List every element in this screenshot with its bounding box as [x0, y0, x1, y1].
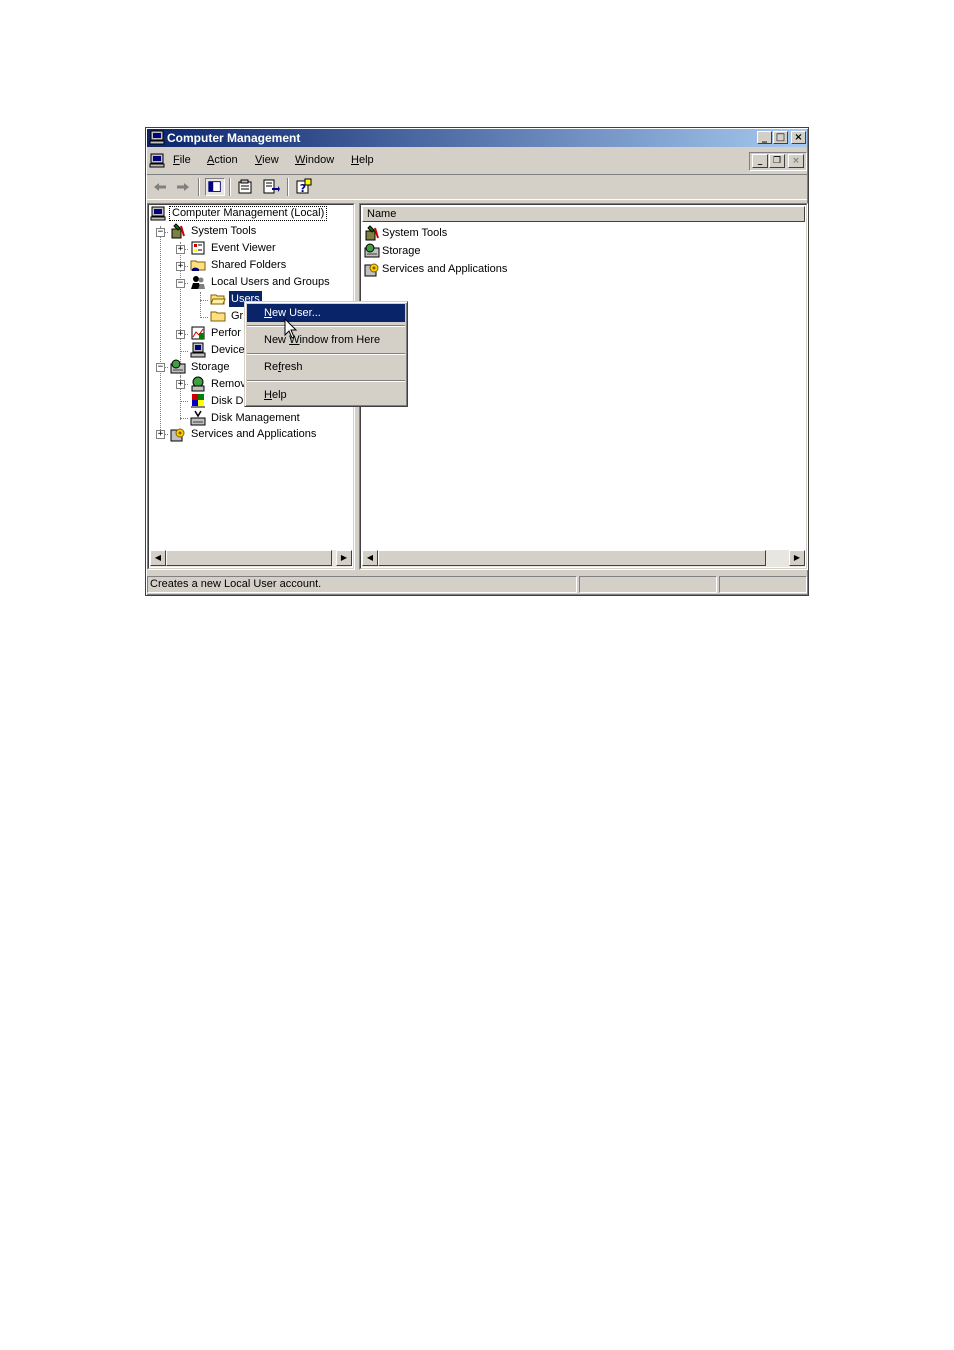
console-icon [149, 153, 165, 168]
services-icon [170, 428, 185, 442]
minimize-button[interactable]: _ [757, 131, 772, 144]
mouse-pointer-icon [284, 318, 298, 339]
disk-management-icon [190, 410, 206, 426]
mdi-controls: _ ❐ × [749, 152, 807, 171]
shared-folder-icon [190, 260, 206, 271]
toolbar: ? [147, 174, 807, 200]
status-text: Creates a new Local User account. [147, 576, 577, 593]
computer-icon [150, 206, 166, 221]
menu-window[interactable]: Window [295, 154, 334, 166]
maximize-icon: □ [775, 132, 786, 143]
scroll-left-button[interactable]: ◀ [362, 550, 378, 566]
expand-icon[interactable]: + [156, 430, 165, 439]
close-icon: × [794, 132, 803, 143]
menu-separator [247, 380, 405, 382]
properties-icon[interactable] [236, 178, 256, 196]
expand-icon[interactable]: + [176, 380, 185, 389]
tree-horizontal-scrollbar[interactable]: ◀ ▶ [150, 550, 352, 567]
menu-item-new-user[interactable]: New User... [247, 304, 405, 322]
toolbar-separator [229, 178, 231, 196]
arrow-right-icon: ▶ [793, 553, 801, 562]
close-button[interactable]: × [791, 131, 806, 144]
minimize-icon: _ [762, 132, 767, 143]
title-bar[interactable]: Computer Management _ □ × [147, 129, 807, 147]
storage-icon [364, 243, 380, 258]
context-menu: New User... New Window from Here Refresh… [244, 301, 408, 407]
back-arrow-icon[interactable] [150, 178, 170, 196]
status-panel [719, 576, 807, 593]
expand-icon[interactable]: + [176, 245, 185, 254]
menu-file[interactable]: File [173, 154, 191, 166]
collapse-icon[interactable]: − [156, 363, 165, 372]
forward-arrow-icon[interactable] [173, 178, 193, 196]
help-icon[interactable]: ? [294, 178, 314, 196]
collapse-icon[interactable]: − [156, 228, 165, 237]
toolbar-separator [198, 178, 200, 196]
status-bar: Creates a new Local User account. [147, 575, 807, 594]
arrow-left-icon: ◀ [154, 553, 162, 562]
menu-item-new-window-from-here[interactable]: New Window from Here [247, 331, 405, 349]
scroll-right-button[interactable]: ▶ [336, 550, 352, 566]
show-hide-tree-icon[interactable] [205, 178, 225, 196]
event-viewer-icon [191, 241, 205, 255]
system-tools-icon [171, 223, 185, 239]
status-panel [579, 576, 717, 593]
menu-view[interactable]: View [255, 154, 279, 166]
menu-separator [247, 353, 405, 355]
menu-help[interactable]: Help [351, 154, 374, 166]
services-icon [364, 263, 379, 277]
open-folder-icon [210, 294, 226, 305]
menu-item-refresh[interactable]: Refresh [247, 358, 405, 376]
scroll-left-button[interactable]: ◀ [150, 550, 166, 566]
performance-icon [191, 326, 205, 340]
toolbar-separator [287, 178, 289, 196]
device-manager-icon [190, 342, 206, 358]
expand-icon[interactable]: + [176, 330, 185, 339]
minimize-icon: _ [757, 156, 763, 166]
list-pane[interactable]: Name System Tools Storage Services and A… [359, 203, 808, 570]
menu-bar: File Action View Window Help _ ❐ × [147, 150, 807, 172]
child-minimize-button[interactable]: _ [752, 154, 768, 168]
scroll-thumb[interactable] [378, 550, 766, 566]
system-tools-icon [365, 225, 379, 241]
folder-icon [210, 311, 226, 322]
list-horizontal-scrollbar[interactable]: ◀ ▶ [362, 550, 805, 567]
export-list-icon[interactable] [261, 178, 281, 196]
collapse-icon[interactable]: − [176, 279, 185, 288]
scroll-right-button[interactable]: ▶ [789, 550, 805, 566]
column-header-name[interactable]: Name [362, 206, 805, 222]
users-group-icon [191, 276, 205, 289]
menu-separator [247, 325, 405, 327]
restore-icon: ❐ [772, 156, 782, 166]
storage-icon [170, 359, 186, 374]
child-restore-button[interactable]: ❐ [769, 154, 785, 168]
child-close-button[interactable]: × [788, 154, 804, 168]
computer-icon [149, 130, 165, 145]
arrow-right-icon: ▶ [340, 553, 348, 562]
arrow-left-icon: ◀ [366, 553, 374, 562]
close-icon: × [792, 156, 800, 166]
scroll-thumb[interactable] [166, 550, 332, 566]
window-title: Computer Management [167, 131, 301, 145]
expand-icon[interactable]: + [176, 262, 185, 271]
maximize-button[interactable]: □ [773, 131, 788, 144]
removable-storage-icon [191, 376, 205, 392]
disk-defragmenter-icon [191, 394, 205, 408]
menu-action[interactable]: Action [207, 154, 238, 166]
menu-item-help[interactable]: Help [247, 386, 405, 404]
